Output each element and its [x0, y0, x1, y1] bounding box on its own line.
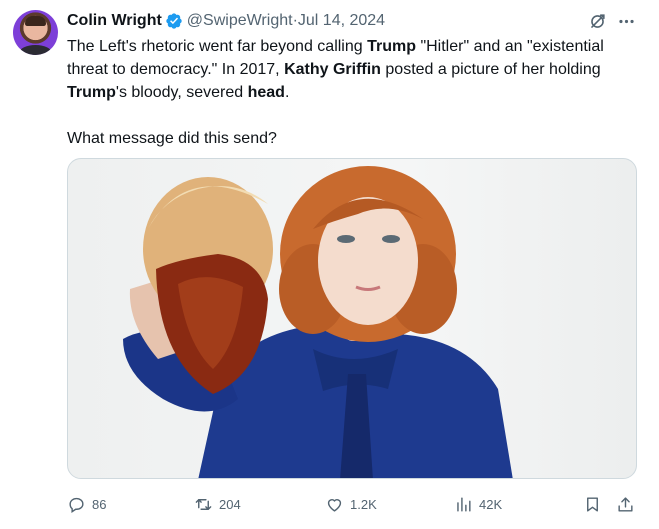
- retweet-button[interactable]: 204: [194, 492, 241, 516]
- share-icon: [618, 496, 633, 512]
- views-icon: [457, 496, 471, 512]
- bookmark-icon: [587, 496, 598, 512]
- retweet-icon: [195, 498, 212, 510]
- reply-button[interactable]: 86: [67, 492, 106, 516]
- author-handle[interactable]: @SwipeWright: [187, 12, 293, 30]
- tweet-photo[interactable]: [67, 158, 637, 479]
- tweet-text-bold: head: [247, 84, 285, 101]
- tweet-text-bold: Kathy Griffin: [284, 61, 381, 78]
- bookmark-button[interactable]: [583, 492, 608, 516]
- tweet-text-part: posted a picture of her holding: [380, 61, 601, 78]
- tweet-question: What message did this send?: [67, 130, 277, 147]
- reply-count: 86: [92, 496, 107, 512]
- author-avatar[interactable]: [13, 10, 58, 55]
- like-count: 1.2K: [350, 496, 377, 512]
- tweet-text-bold: Trump: [67, 84, 116, 101]
- views-count: 42K: [479, 496, 503, 512]
- grok-icon[interactable]: [586, 10, 608, 32]
- tweet-text-part: .: [284, 84, 290, 101]
- tweet-actions: 86 204 1.2K 42K: [67, 492, 637, 516]
- share-button[interactable]: [616, 492, 641, 516]
- photo-illustration: [123, 166, 513, 478]
- tweet-header: Colin Wright @SwipeWright · Jul 14, 2024: [67, 10, 385, 32]
- verified-badge-icon[interactable]: [165, 12, 183, 30]
- tweet-text-part: The Left's rhetoric went far beyond call…: [67, 38, 368, 55]
- author-name[interactable]: Colin Wright: [67, 12, 162, 30]
- tweet-body: The Left's rhetoric went far beyond call…: [67, 35, 645, 104]
- tweet-text-part: 's bloody, severed: [115, 84, 248, 101]
- more-icon[interactable]: [615, 10, 637, 32]
- like-icon: [327, 498, 342, 512]
- views-button[interactable]: 42K: [454, 492, 502, 516]
- like-button[interactable]: 1.2K: [325, 492, 377, 516]
- reply-icon: [69, 497, 84, 513]
- tweet-text: The Left's rhetoric went far beyond call…: [67, 35, 645, 150]
- tweet-date[interactable]: Jul 14, 2024: [298, 12, 385, 30]
- tweet-text-bold: Trump: [367, 38, 416, 55]
- retweet-count: 204: [219, 496, 241, 512]
